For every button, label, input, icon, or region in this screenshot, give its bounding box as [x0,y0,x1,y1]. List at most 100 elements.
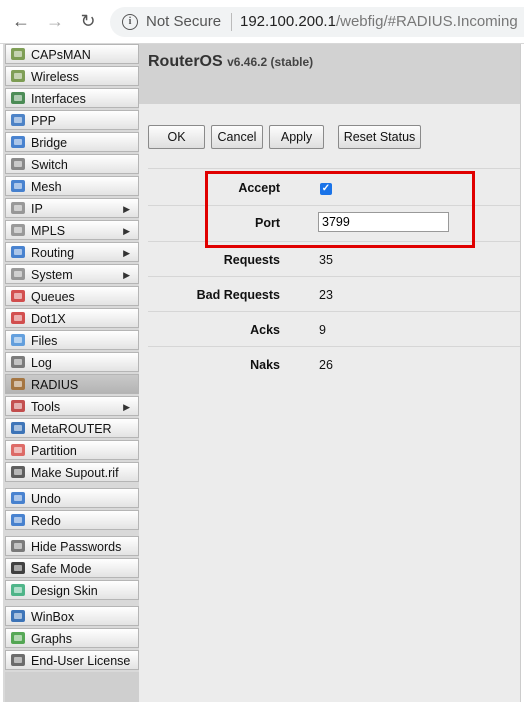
divider [148,276,520,277]
sidebar-item-label: MetaROUTER [31,422,112,436]
sidebar-item-label: Tools [31,400,61,414]
address-bar[interactable]: i Not Secure 192.100.200.1/webfig/#RADIU… [110,7,524,37]
license-icon [10,653,26,667]
sidebar-item-label: Mesh [31,180,62,194]
document-icon [10,465,26,479]
url-host: 192.100.200.1 [240,13,336,30]
antenna-icon [10,47,26,61]
sidebar-item-label: Undo [31,492,61,506]
sidebar-item-safe-mode[interactable]: Safe Mode [5,558,139,578]
sidebar-item-partition[interactable]: Partition [5,440,139,460]
sidebar-item-log[interactable]: Log [5,352,139,372]
winbox-icon [10,609,26,623]
graph-icon [10,631,26,645]
sidebar-item-label: Hide Passwords [31,540,122,554]
url-text[interactable]: 192.100.200.1/webfig/#RADIUS.Incoming [240,13,518,30]
sidebar-item-radius[interactable]: RADIUS [5,374,139,394]
sidebar-item-hide-passwords[interactable]: Hide Passwords [5,536,139,556]
acks-value: 9 [319,323,326,337]
reset-status-button[interactable]: Reset Status [338,125,421,149]
ok-button[interactable]: OK [148,125,205,149]
sidebar-item-winbox[interactable]: WinBox [5,606,139,626]
sidebar-item-switch[interactable]: Switch [5,154,139,174]
sidebar-item-graphs[interactable]: Graphs [5,628,139,648]
cancel-button[interactable]: Cancel [211,125,263,149]
apply-button[interactable]: Apply [269,125,324,149]
switch-icon [10,157,26,171]
sidebar-item-metarouter[interactable]: MetaROUTER [5,418,139,438]
sidebar-item-label: Make Supout.rif [31,466,119,480]
wireless-icon [10,69,26,83]
sidebar-item-label: CAPsMAN [31,48,91,62]
sidebar-item-system[interactable]: System ▶ [5,264,139,284]
sidebar-item-queues[interactable]: Queues [5,286,139,306]
tools-icon [10,399,26,413]
sidebar-item-label: Interfaces [31,92,86,106]
sidebar-filler [5,672,139,702]
acks-label: Acks [250,323,280,337]
sidebar-item-label: IP [31,202,43,216]
sidebar-item-interfaces[interactable]: Interfaces [5,88,139,108]
password-icon [10,539,26,553]
security-label: Not Secure [146,13,222,30]
redo-icon [10,513,26,527]
sidebar-item-label: Log [31,356,52,370]
version-label: v6.46.2 (stable) [227,55,314,69]
naks-value: 26 [319,358,333,372]
ppp-icon [10,113,26,127]
mpls-icon [10,223,26,237]
back-arrow-icon[interactable]: ← [10,10,32,32]
partition-icon [10,443,26,457]
url-separator [231,13,232,31]
sidebar-item-label: Design Skin [31,584,98,598]
requests-label: Requests [223,253,280,267]
sidebar-item-undo[interactable]: Undo [5,488,139,508]
naks-label: Naks [250,358,280,372]
sidebar-item-label: Routing [31,246,75,260]
sidebar-item-label: RADIUS [31,378,79,392]
metarouter-icon [10,421,26,435]
sidebar-item-label: Partition [31,444,77,458]
routing-icon [10,245,26,259]
sidebar-item-make-supout-rif[interactable]: Make Supout.rif [5,462,139,482]
sidebar-item-wireless[interactable]: Wireless [5,66,139,86]
sidebar-item-ppp[interactable]: PPP [5,110,139,130]
submenu-arrow-icon: ▶ [123,204,130,214]
forward-arrow-icon[interactable]: → [44,10,66,32]
sidebar-menu: CAPsMAN Wireless Interfaces PPP Bridge Switch… [3,44,139,702]
requests-value: 35 [319,253,333,267]
sidebar-item-label: Bridge [31,136,68,150]
submenu-arrow-icon: ▶ [123,226,130,236]
sidebar-item-design-skin[interactable]: Design Skin [5,580,139,600]
info-icon[interactable]: i [122,14,138,30]
browser-toolbar: ← → ↻ i Not Secure 192.100.200.1/webfig/… [0,0,524,44]
sidebar-item-capsman[interactable]: CAPsMAN [5,44,139,64]
page-header: RouterOS v6.46.2 (stable) [139,44,520,104]
sidebar-item-routing[interactable]: Routing ▶ [5,242,139,262]
brand-name: RouterOS [148,53,223,70]
interfaces-icon [10,91,26,105]
sidebar-item-label: PPP [31,114,57,128]
sidebar-item-label: Wireless [31,70,79,84]
sidebar-item-tools[interactable]: Tools ▶ [5,396,139,416]
sidebar-item-dot1x[interactable]: Dot1X [5,308,139,328]
folder-icon [10,333,26,347]
sidebar-item-ip[interactable]: IP ▶ [5,198,139,218]
sidebar-item-label: Switch [31,158,68,172]
sidebar-item-redo[interactable]: Redo [5,510,139,530]
sidebar-item-mpls[interactable]: MPLS ▶ [5,220,139,240]
sidebar-item-end-user-license[interactable]: End-User License [5,650,139,670]
main-panel: RouterOS v6.46.2 (stable) OK Cancel Appl… [139,44,521,702]
sidebar-item-bridge[interactable]: Bridge [5,132,139,152]
divider [148,168,520,169]
sidebar-item-label: Dot1X [31,312,66,326]
mesh-icon [10,179,26,193]
undo-icon [10,491,26,505]
sidebar-item-files[interactable]: Files [5,330,139,350]
sidebar-item-label: System [31,268,73,282]
sidebar-item-mesh[interactable]: Mesh [5,176,139,196]
queues-icon [10,289,26,303]
url-path: /webfig/#RADIUS.Incoming [335,13,518,30]
reload-icon[interactable]: ↻ [77,10,99,32]
divider [148,311,520,312]
